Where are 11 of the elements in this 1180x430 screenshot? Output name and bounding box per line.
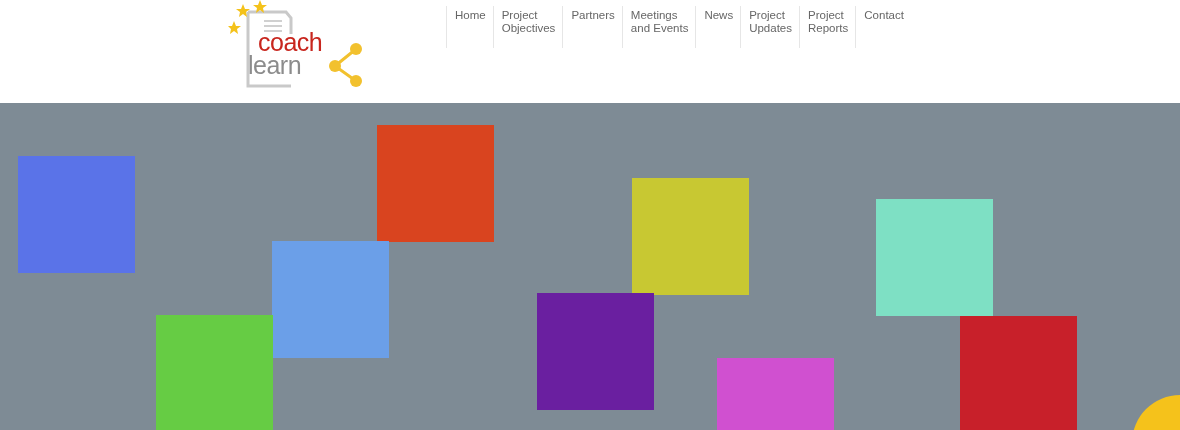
nav-link[interactable]: News xyxy=(695,6,741,48)
nav-link[interactable]: Project Updates xyxy=(740,6,799,48)
nav-link[interactable]: Meetings and Events xyxy=(621,6,696,48)
nav-link[interactable]: Partners xyxy=(562,6,622,48)
nav-link[interactable]: Project Reports xyxy=(799,6,856,48)
logo-text: coach xyxy=(258,30,323,55)
nav-link[interactable]: Contact xyxy=(855,6,911,48)
nav-link[interactable]: Project Objectives xyxy=(492,6,563,48)
nav-link[interactable]: Home xyxy=(446,6,493,48)
logo-text: learn xyxy=(248,53,302,78)
share-icon xyxy=(328,42,364,88)
